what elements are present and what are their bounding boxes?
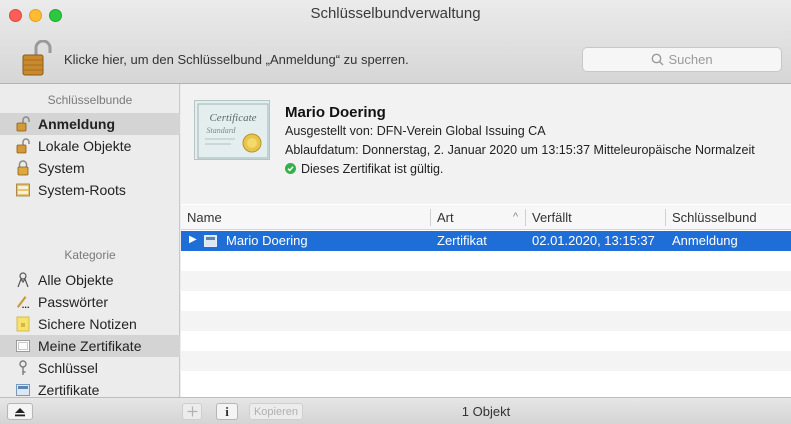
empty-row	[181, 291, 791, 311]
certificate-thumb-title: Certificate	[209, 112, 256, 124]
certificate-icon	[204, 235, 217, 250]
pen-icon	[16, 294, 30, 310]
lock-open-icon	[22, 39, 52, 76]
column-header-expires[interactable]: Verfällt	[532, 210, 572, 225]
sidebar-item-passwoerter[interactable]: Passwörter	[0, 291, 180, 313]
table-row[interactable]: ▶ Mario Doering Zertifikat 02.01.2020, 1…	[181, 231, 791, 251]
item-count: 1 Objekt	[461, 404, 511, 419]
certificate-image: Certificate Standard	[197, 103, 269, 159]
cabinet-icon	[16, 182, 30, 198]
certificate-thumbnail: Certificate Standard	[194, 100, 270, 160]
empty-row	[181, 331, 791, 351]
column-header-keychain[interactable]: Schlüsselbund	[672, 210, 757, 225]
certificate-name: Mario Doering	[285, 104, 386, 121]
sidebar-item-label: Sichere Notizen	[38, 316, 137, 332]
cell-name: Mario Doering	[226, 233, 308, 248]
sidebar-item-label: Meine Zertifikate	[38, 338, 142, 354]
sidebar: Schlüsselbunde Anmeldung Lokale Objekte …	[0, 84, 180, 398]
my-certificate-icon	[16, 338, 30, 354]
empty-row	[181, 251, 791, 271]
search-field[interactable]: Suchen	[582, 47, 782, 72]
cell-kind: Zertifikat	[437, 233, 487, 248]
sidebar-item-lokale-objekte[interactable]: Lokale Objekte	[0, 135, 180, 157]
eject-icon	[15, 407, 25, 416]
toggle-sidebar-button[interactable]	[7, 403, 33, 420]
sidebar-item-label: Anmeldung	[38, 116, 115, 132]
certificate-issuer: Ausgestellt von: DFN-Verein Global Issui…	[285, 124, 546, 138]
sidebar-item-label: Zertifikate	[38, 382, 100, 398]
key-icon	[16, 360, 30, 376]
search-placeholder: Suchen	[668, 52, 713, 67]
window-title: Schlüsselbundverwaltung	[310, 5, 481, 22]
keychains-header: Schlüsselbunde	[47, 93, 133, 107]
table-header: Name Art ^ Verfällt Schlüsselbund	[181, 205, 791, 230]
lock-open-icon	[16, 116, 30, 132]
people-icon	[16, 272, 30, 288]
sidebar-item-anmeldung[interactable]: Anmeldung	[0, 113, 180, 135]
checkmark-icon	[285, 163, 296, 174]
lock-message[interactable]: Klicke hier, um den Schlüsselbund „Anmel…	[64, 52, 409, 67]
sort-ascending-icon: ^	[513, 211, 519, 223]
sidebar-item-label: System-Roots	[38, 182, 126, 198]
certificate-expiry: Ablaufdatum: Donnerstag, 2. Januar 2020 …	[285, 143, 755, 157]
sidebar-item-schluessel[interactable]: Schlüssel	[0, 357, 180, 379]
certificate-icon	[16, 382, 30, 398]
certificate-thumb-subtitle: Standard	[206, 126, 236, 135]
sidebar-item-system-roots[interactable]: System-Roots	[0, 179, 180, 201]
empty-row	[181, 271, 791, 291]
validity-text: Dieses Zertifikat ist gültig.	[301, 162, 444, 176]
lock-keychain-button[interactable]	[22, 39, 52, 76]
sidebar-item-meine-zertifikate[interactable]: Meine Zertifikate	[0, 335, 180, 357]
content-area: Certificate Standard Mario Doering Ausge…	[181, 84, 791, 397]
empty-row	[181, 371, 791, 391]
lock-closed-icon	[16, 160, 30, 176]
sidebar-item-label: Passwörter	[38, 294, 109, 310]
disclosure-triangle-icon[interactable]: ▶	[189, 234, 197, 245]
column-header-kind[interactable]: Art	[437, 210, 454, 225]
sidebar-item-system[interactable]: System	[0, 157, 180, 179]
certificate-details: Certificate Standard Mario Doering Ausge…	[181, 84, 791, 204]
sidebar-item-alle-objekte[interactable]: Alle Objekte	[0, 269, 180, 291]
note-icon	[16, 316, 30, 332]
sidebar-item-label: Lokale Objekte	[38, 138, 132, 154]
category-header: Kategorie	[64, 248, 116, 262]
bottom-bar: i Kopieren 1 Objekt	[0, 397, 791, 424]
sidebar-item-sichere-notizen[interactable]: Sichere Notizen	[0, 313, 180, 335]
cell-expires: 02.01.2020, 13:15:37	[532, 233, 655, 248]
lock-open-icon	[16, 138, 30, 154]
empty-row	[181, 311, 791, 331]
window-toolbar: Schlüsselbundverwaltung Klicke hier, um …	[0, 0, 791, 84]
certificate-validity: Dieses Zertifikat ist gültig.	[285, 162, 443, 176]
sidebar-item-label: Alle Objekte	[38, 272, 114, 288]
sidebar-item-label: System	[38, 160, 85, 176]
empty-row	[181, 351, 791, 371]
column-header-name[interactable]: Name	[187, 210, 222, 225]
cell-keychain: Anmeldung	[672, 233, 738, 248]
sidebar-item-label: Schlüssel	[38, 360, 98, 376]
search-icon	[652, 53, 664, 66]
